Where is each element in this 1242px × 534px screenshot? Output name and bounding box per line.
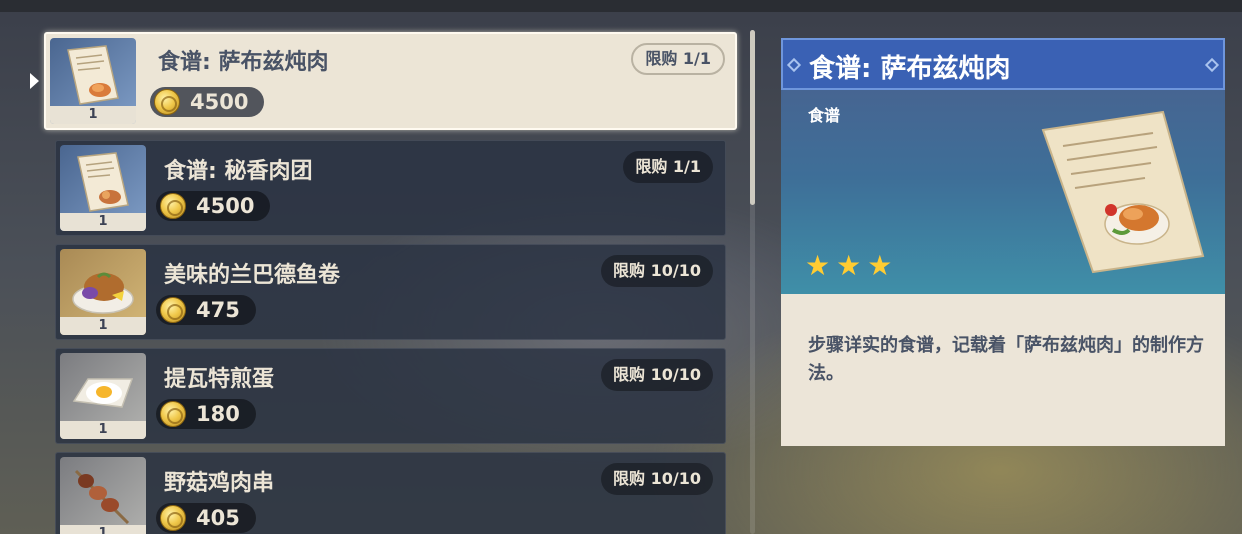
item-name: 食谱: 萨布兹炖肉	[158, 50, 329, 75]
recipe-scroll-icon	[1033, 106, 1213, 280]
purchase-limit-badge: 限购 1/1	[623, 151, 713, 183]
shop-item[interactable]: 1 提瓦特煎蛋 180 限购 10/10	[55, 348, 726, 444]
item-name: 提瓦特煎蛋	[164, 367, 275, 392]
shop-item[interactable]: 1 食谱: 秘香肉团 4500 限购 1/1	[55, 140, 726, 236]
detail-title: 食谱: 萨布兹炖肉	[809, 54, 1011, 84]
skewer-dish-icon: 1	[60, 457, 146, 534]
detail-title-bar: 食谱: 萨布兹炖肉	[781, 38, 1225, 90]
shop-item-selected[interactable]: 1 食谱: 萨布兹炖肉 4500 限购 1/1	[44, 32, 737, 130]
mora-coin-icon	[160, 401, 186, 427]
price-value: 405	[196, 506, 240, 530]
item-name: 野菇鸡肉串	[164, 471, 275, 496]
selection-cursor-icon	[30, 73, 39, 89]
fish-roll-dish-icon: 1	[60, 249, 146, 335]
star-icon: ★	[836, 249, 862, 282]
detail-body: 步骤详实的食谱，记载着「萨布兹炖肉」的制作方法。	[781, 294, 1225, 446]
price-value: 475	[196, 298, 240, 322]
star-icon: ★	[867, 249, 893, 282]
detail-header: 食谱: 萨布兹炖肉 食谱 ★ ★ ★	[781, 38, 1225, 294]
shop-item[interactable]: 1 美味的兰巴德鱼卷 475 限购 10/10	[55, 244, 726, 340]
mora-coin-icon	[154, 89, 180, 115]
item-price: 180	[156, 399, 256, 429]
star-icon: ★	[805, 249, 831, 282]
purchase-limit-badge: 限购 10/10	[601, 359, 713, 391]
diamond-ornament-icon	[786, 57, 802, 73]
price-value: 4500	[196, 194, 255, 218]
purchase-limit-badge: 限购 10/10	[601, 255, 713, 287]
item-detail-panel: 食谱: 萨布兹炖肉 食谱 ★ ★ ★ 步骤详实的食谱，记载着「萨布兹炖肉」的制作…	[781, 38, 1225, 446]
detail-item-type: 食谱	[808, 106, 841, 125]
recipe-scroll-icon: 1	[60, 145, 146, 231]
price-value: 180	[196, 402, 240, 426]
price-value: 4500	[190, 90, 249, 114]
shop-item-list: 1 食谱: 萨布兹炖肉 4500 限购 1/1 1 食谱: 秘香肉团 4500 …	[0, 0, 760, 534]
item-count: 1	[60, 317, 146, 335]
item-count: 1	[60, 525, 146, 534]
item-price: 4500	[150, 87, 265, 117]
item-count: 1	[60, 213, 146, 231]
item-name: 美味的兰巴德鱼卷	[164, 263, 341, 288]
item-count: 1	[60, 421, 146, 439]
fried-egg-dish-icon: 1	[60, 353, 146, 439]
item-price: 405	[156, 503, 256, 533]
item-count: 1	[50, 106, 136, 124]
item-price: 4500	[156, 191, 271, 221]
shop-item[interactable]: 1 野菇鸡肉串 405 限购 10/10	[55, 452, 726, 534]
mora-coin-icon	[160, 297, 186, 323]
mora-coin-icon	[160, 193, 186, 219]
purchase-limit-badge: 限购 10/10	[601, 463, 713, 495]
mora-coin-icon	[160, 505, 186, 531]
recipe-scroll-icon: 1	[50, 38, 136, 124]
detail-description: 步骤详实的食谱，记载着「萨布兹炖肉」的制作方法。	[808, 335, 1204, 384]
item-price: 475	[156, 295, 256, 325]
purchase-limit-badge: 限购 1/1	[631, 43, 725, 75]
rarity-stars: ★ ★ ★	[805, 252, 892, 280]
list-scrollbar[interactable]	[750, 30, 755, 534]
scrollbar-thumb[interactable]	[750, 30, 755, 205]
diamond-ornament-icon	[1204, 57, 1220, 73]
item-name: 食谱: 秘香肉团	[164, 159, 313, 184]
